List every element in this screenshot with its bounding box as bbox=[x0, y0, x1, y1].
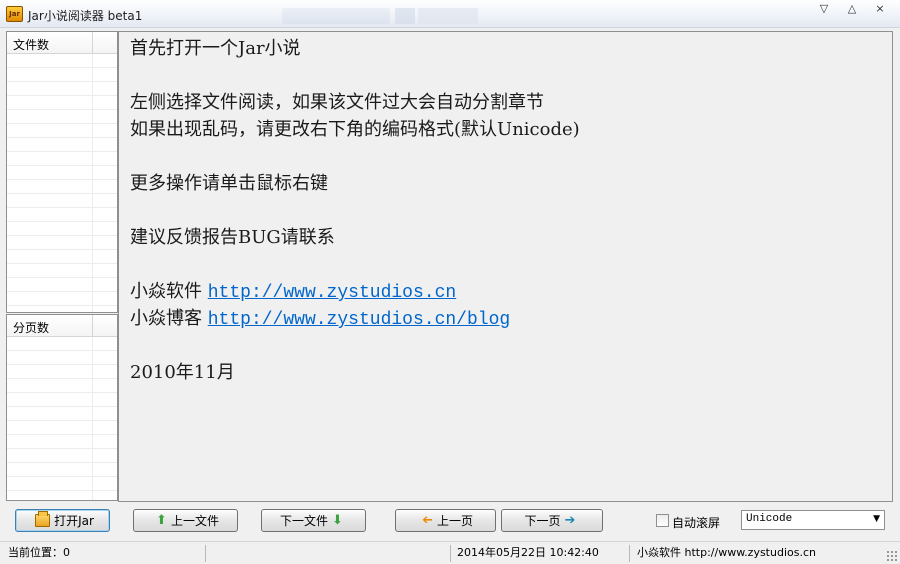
title-bar: Jar Jar小说阅读器 beta1 ▽ △ × bbox=[0, 0, 900, 28]
content-line: 首先打开一个Jar小说 bbox=[130, 38, 301, 59]
website-link[interactable]: http://www.zystudios.cn bbox=[208, 283, 456, 303]
file-list-rows[interactable] bbox=[7, 54, 117, 312]
column-divider[interactable] bbox=[92, 32, 93, 54]
green-down-arrow-icon: ⬇ bbox=[332, 513, 343, 528]
prev-page-label: 上一页 bbox=[436, 514, 473, 528]
window-title: Jar小说阅读器 beta1 bbox=[28, 9, 143, 23]
encoding-value: Unicode bbox=[746, 513, 793, 525]
resize-grip[interactable] bbox=[886, 550, 898, 562]
teal-right-arrow-icon: ➔ bbox=[564, 513, 576, 528]
blog-link[interactable]: http://www.zystudios.cn/blog bbox=[208, 310, 510, 330]
prev-page-button[interactable]: ➔ 上一页 bbox=[395, 509, 496, 532]
next-page-label: 下一页 bbox=[524, 514, 561, 528]
prev-file-button[interactable]: ⬆ 上一文件 bbox=[133, 509, 238, 532]
page-list-header-label: 分页数 bbox=[13, 321, 50, 335]
content-line: 更多操作请单击鼠标右键 bbox=[130, 173, 328, 194]
content-line: 如果出现乱码，请更改右下角的编码格式(默认Unicode) bbox=[130, 119, 580, 140]
encoding-select[interactable]: Unicode ▼ bbox=[741, 510, 885, 530]
autoscroll-checkbox[interactable] bbox=[656, 514, 669, 527]
content-line: 左侧选择文件阅读，如果该文件过大会自动分割章节 bbox=[130, 92, 544, 113]
content-line: 小焱博客 http://www.zystudios.cn/blog bbox=[130, 305, 892, 332]
minimize-button[interactable]: ▽ bbox=[810, 2, 838, 18]
open-folder-icon bbox=[35, 511, 51, 527]
status-credit: 小焱软件 http://www.zystudios.cn bbox=[637, 546, 816, 559]
background-window-ghost bbox=[282, 8, 390, 24]
content-line: 小焱软件 http://www.zystudios.cn bbox=[130, 278, 892, 305]
content-line: 2010年11月 bbox=[130, 362, 235, 383]
next-page-button[interactable]: 下一页 ➔ bbox=[501, 509, 603, 532]
file-list[interactable]: 文件数 bbox=[6, 31, 118, 313]
software-label: 小焱软件 bbox=[130, 281, 208, 302]
next-file-button[interactable]: 下一文件 ⬇ bbox=[261, 509, 366, 532]
chevron-down-icon: ▼ bbox=[873, 514, 880, 524]
open-jar-button[interactable]: 打开Jar bbox=[15, 509, 110, 532]
autoscroll-label[interactable]: 自动滚屏 bbox=[672, 514, 720, 531]
prev-file-label: 上一文件 bbox=[170, 514, 219, 528]
current-position: 当前位置：0 bbox=[8, 546, 70, 559]
reading-pane[interactable]: 首先打开一个Jar小说 左侧选择文件阅读，如果该文件过大会自动分割章节 如果出现… bbox=[118, 31, 893, 502]
page-list-header[interactable]: 分页数 bbox=[7, 315, 117, 337]
page-list[interactable]: 分页数 bbox=[6, 314, 118, 501]
green-up-arrow-icon: ⬆ bbox=[156, 513, 167, 528]
column-divider[interactable] bbox=[92, 315, 93, 337]
status-separator bbox=[205, 545, 206, 562]
content-line: 建议反馈报告BUG请联系 bbox=[130, 227, 335, 248]
next-file-label: 下一文件 bbox=[280, 514, 329, 528]
background-window-ghost bbox=[395, 8, 415, 24]
status-bar: 当前位置：0 2014年05月22日 10:42:40 小焱软件 http://… bbox=[0, 541, 900, 564]
blog-label: 小焱博客 bbox=[130, 308, 208, 329]
jar-app-icon: Jar bbox=[6, 6, 23, 22]
file-list-header-label: 文件数 bbox=[13, 38, 50, 52]
file-list-header[interactable]: 文件数 bbox=[7, 32, 117, 54]
status-datetime: 2014年05月22日 10:42:40 bbox=[457, 546, 599, 559]
close-button[interactable]: × bbox=[866, 2, 894, 18]
page-list-rows[interactable] bbox=[7, 337, 117, 500]
background-window-ghost bbox=[418, 8, 478, 24]
orange-left-arrow-icon: ➔ bbox=[422, 513, 433, 528]
maximize-button[interactable]: △ bbox=[838, 2, 866, 18]
window-controls: ▽ △ × bbox=[810, 2, 894, 18]
open-jar-label: 打开Jar bbox=[54, 514, 94, 528]
